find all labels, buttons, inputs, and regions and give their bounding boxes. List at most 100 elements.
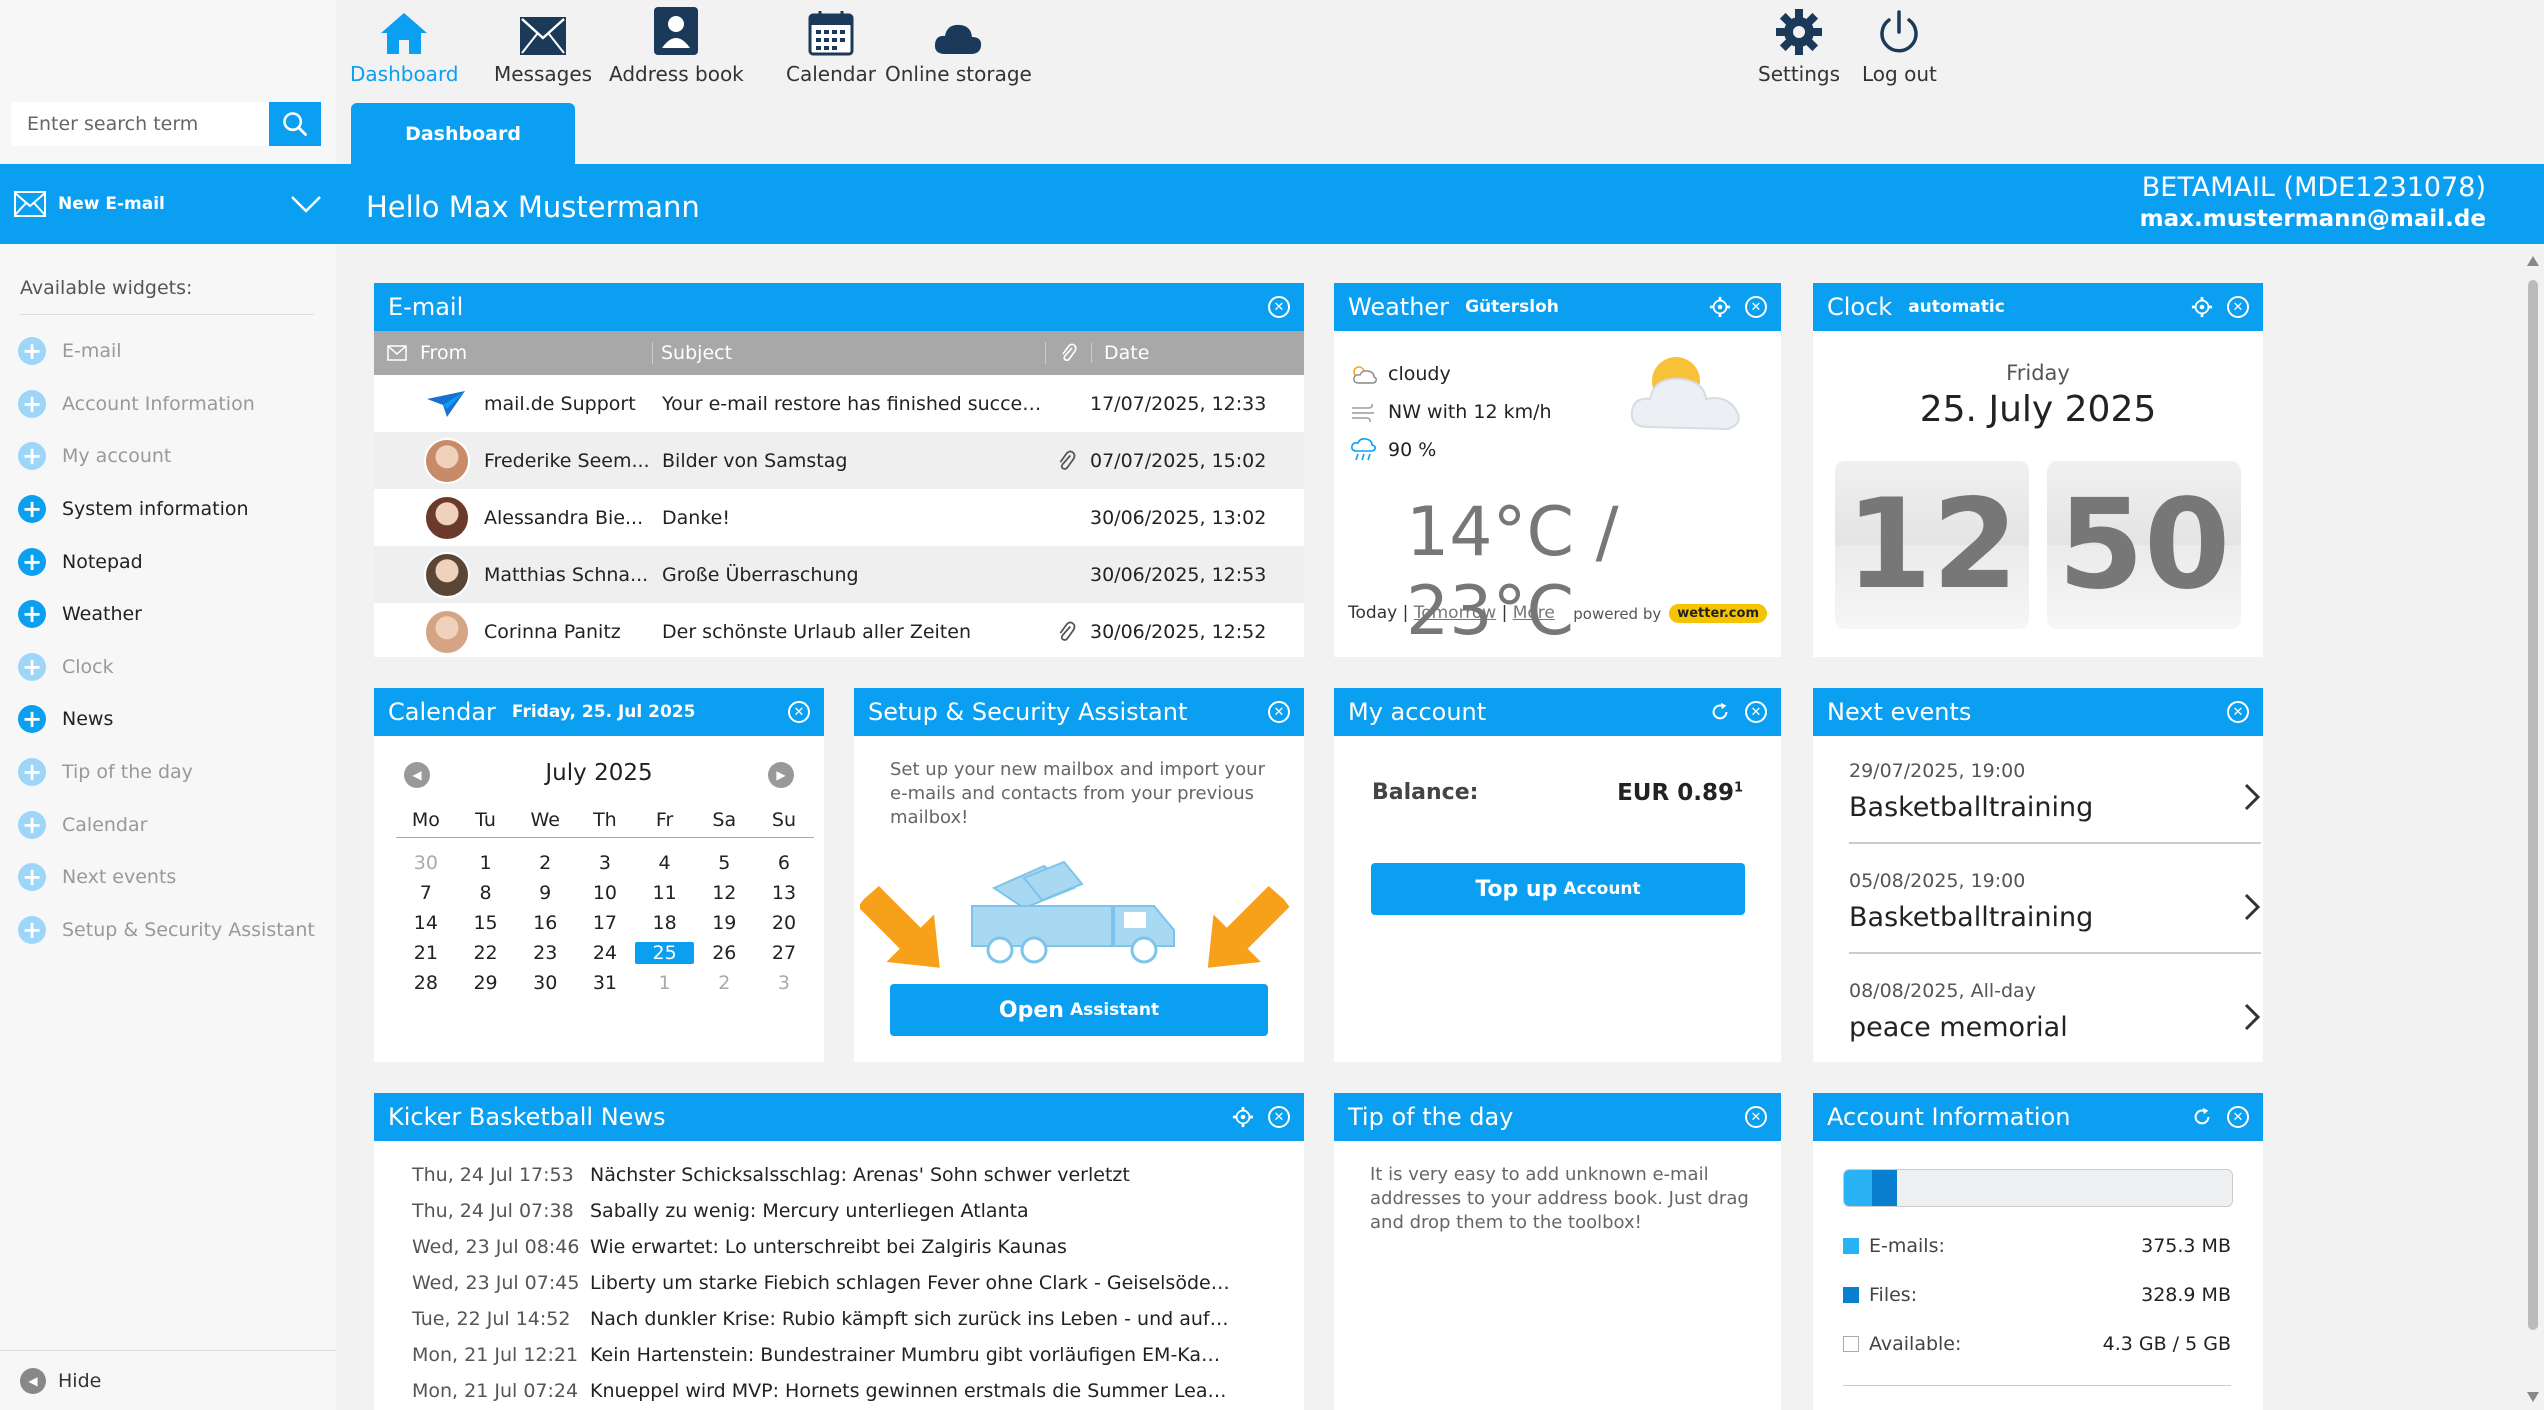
widget-item-notepad[interactable]: + Notepad — [18, 535, 315, 588]
calendar-day[interactable]: 19 — [694, 912, 754, 934]
calendar-day[interactable]: 23 — [515, 942, 575, 964]
calendar-day[interactable]: 2 — [515, 852, 575, 874]
col-from[interactable]: From — [420, 342, 653, 364]
email-row[interactable]: mail.de Support Your e-mail restore has f… — [374, 375, 1304, 432]
scroll-down-arrow[interactable] — [2527, 1392, 2539, 1402]
weather-today-link[interactable]: Today — [1348, 603, 1397, 623]
calendar-next-button[interactable]: ▶ — [768, 762, 794, 788]
tab-dashboard[interactable]: Dashboard — [351, 103, 575, 164]
close-icon[interactable]: ✕ — [2227, 296, 2249, 318]
close-icon[interactable]: ✕ — [1268, 1106, 1290, 1128]
close-icon[interactable]: ✕ — [1745, 1106, 1767, 1128]
calendar-day[interactable]: 1 — [456, 852, 516, 874]
calendar-day[interactable]: 2 — [694, 972, 754, 994]
widget-item-weather[interactable]: + Weather — [18, 588, 315, 641]
col-subject[interactable]: Subject — [653, 342, 1046, 364]
calendar-day[interactable]: 7 — [396, 882, 456, 904]
calendar-day[interactable]: 31 — [575, 972, 635, 994]
calendar-day[interactable]: 17 — [575, 912, 635, 934]
widget-item-system-information[interactable]: + System information — [18, 483, 315, 536]
nav-messages[interactable]: Messages — [494, 0, 592, 90]
close-icon[interactable]: ✕ — [2227, 701, 2249, 723]
calendar-day[interactable]: 9 — [515, 882, 575, 904]
widget-item-account-information[interactable]: + Account Information — [18, 378, 315, 431]
close-icon[interactable]: ✕ — [1268, 701, 1290, 723]
news-item[interactable]: Thu, 24 Jul 07:38 Sabally zu wenig: Mercu… — [374, 1193, 1304, 1229]
refresh-icon[interactable] — [2191, 1106, 2213, 1128]
nav-dashboard[interactable]: Dashboard — [350, 0, 459, 90]
calendar-day[interactable]: 3 — [754, 972, 814, 994]
close-icon[interactable]: ✕ — [1268, 296, 1290, 318]
calendar-day[interactable]: 26 — [694, 942, 754, 964]
calendar-day[interactable]: 18 — [635, 912, 695, 934]
calendar-day[interactable]: 22 — [456, 942, 516, 964]
news-item[interactable]: Thu, 24 Jul 17:53 Nächster Schicksalsschl… — [374, 1157, 1304, 1193]
calendar-day[interactable]: 20 — [754, 912, 814, 934]
email-row[interactable]: Matthias Schna... Große Überraschung 30/06… — [374, 546, 1304, 603]
news-item[interactable]: Mon, 21 Jul 07:24 Knueppel wird MVP: Horn… — [374, 1373, 1304, 1409]
open-assistant-button[interactable]: Open Assistant — [890, 984, 1268, 1036]
calendar-day[interactable]: 21 — [396, 942, 456, 964]
event-item[interactable]: 05/08/2025, 19:00 Basketballtraining — [1849, 846, 2261, 954]
close-icon[interactable]: ✕ — [1745, 701, 1767, 723]
email-row[interactable]: Frederike Seem... Bilder von Samstag 07/07… — [374, 432, 1304, 489]
email-row[interactable]: Alessandra Bie... Danke! 30/06/2025, 13:02 — [374, 489, 1304, 546]
news-item[interactable]: Mon, 21 Jul 12:21 Kein Hartenstein: Bunde… — [374, 1337, 1304, 1373]
new-email-dropdown[interactable] — [276, 194, 336, 214]
close-icon[interactable]: ✕ — [788, 701, 810, 723]
top-up-account-button[interactable]: Top up Account — [1371, 863, 1745, 915]
email-row[interactable]: Corinna Panitz Der schönste Urlaub aller … — [374, 603, 1304, 657]
weather-tomorrow-link[interactable]: Tomorrow — [1414, 603, 1496, 623]
widget-item-setup-security-assistant[interactable]: + Setup & Security Assistant — [18, 904, 315, 957]
weather-more-link[interactable]: More — [1513, 603, 1555, 623]
close-icon[interactable]: ✕ — [2227, 1106, 2249, 1128]
refresh-icon[interactable] — [1709, 701, 1731, 723]
col-date[interactable]: Date — [1092, 342, 1149, 364]
calendar-day[interactable]: 3 — [575, 852, 635, 874]
calendar-today[interactable]: 25 — [634, 942, 695, 964]
hide-sidebar-button[interactable]: ◀ Hide — [0, 1350, 336, 1410]
nav-online-storage[interactable]: Online storage — [885, 0, 1032, 90]
calendar-day[interactable]: 11 — [635, 882, 695, 904]
calendar-day[interactable]: 12 — [694, 882, 754, 904]
calendar-day[interactable]: 24 — [575, 942, 635, 964]
news-item[interactable]: Wed, 23 Jul 08:46 Wie erwartet: Lo unters… — [374, 1229, 1304, 1265]
calendar-day[interactable]: 8 — [456, 882, 516, 904]
widget-item-calendar[interactable]: + Calendar — [18, 798, 315, 851]
gear-icon[interactable] — [1709, 296, 1731, 318]
search-input[interactable] — [11, 102, 269, 146]
close-icon[interactable]: ✕ — [1745, 296, 1767, 318]
calendar-day[interactable]: 13 — [754, 882, 814, 904]
calendar-day[interactable]: 6 — [754, 852, 814, 874]
calendar-day[interactable]: 14 — [396, 912, 456, 934]
news-item[interactable]: Tue, 22 Jul 14:52 Nach dunkler Krise: Rub… — [374, 1301, 1304, 1337]
calendar-day[interactable]: 16 — [515, 912, 575, 934]
new-email-button[interactable]: New E-mail — [0, 164, 336, 244]
scrollbar-thumb[interactable] — [2528, 280, 2538, 1330]
calendar-day[interactable]: 1 — [635, 972, 695, 994]
calendar-day[interactable]: 4 — [635, 852, 695, 874]
nav-address-book[interactable]: Address book — [609, 0, 744, 90]
wetter-com-logo[interactable]: wetter.com — [1669, 604, 1767, 623]
nav-settings[interactable]: Settings — [1758, 0, 1840, 90]
calendar-day[interactable]: 27 — [754, 942, 814, 964]
widget-item-next-events[interactable]: + Next events — [18, 851, 315, 904]
calendar-day[interactable]: 10 — [575, 882, 635, 904]
widget-item-e-mail[interactable]: + E-mail — [18, 325, 315, 378]
widget-item-news[interactable]: + News — [18, 693, 315, 746]
event-item[interactable]: 08/08/2025, All-day peace memorial — [1849, 956, 2261, 1062]
calendar-day[interactable]: 30 — [396, 852, 456, 874]
widget-item-tip-of-the-day[interactable]: + Tip of the day — [18, 746, 315, 799]
calendar-day[interactable]: 15 — [456, 912, 516, 934]
gear-icon[interactable] — [1232, 1106, 1254, 1128]
calendar-day[interactable]: 5 — [694, 852, 754, 874]
calendar-day[interactable]: 29 — [456, 972, 516, 994]
gear-icon[interactable] — [2191, 296, 2213, 318]
widget-item-my-account[interactable]: + My account — [18, 430, 315, 483]
event-item[interactable]: 29/07/2025, 19:00 Basketballtraining — [1849, 736, 2261, 844]
widget-item-clock[interactable]: + Clock — [18, 641, 315, 694]
calendar-day[interactable]: 30 — [515, 972, 575, 994]
scroll-up-arrow[interactable] — [2527, 256, 2539, 266]
nav-calendar[interactable]: Calendar — [786, 0, 876, 90]
search-button[interactable] — [269, 102, 321, 146]
